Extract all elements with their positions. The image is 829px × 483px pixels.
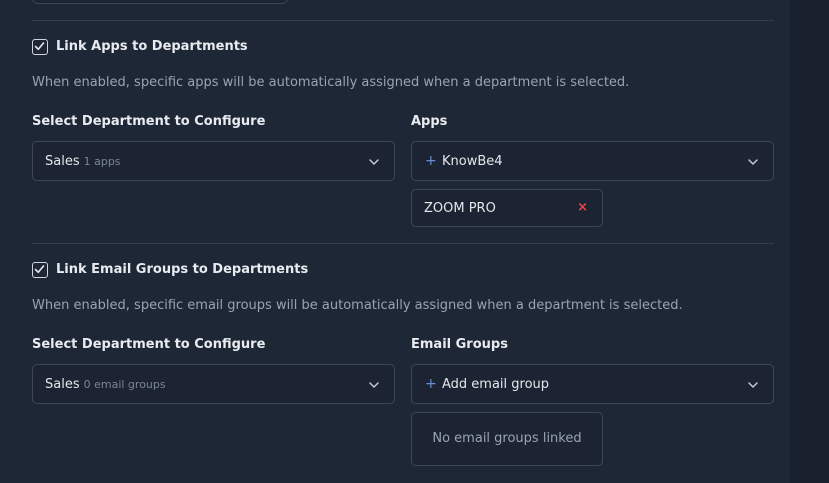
link-apps-description: When enabled, specific apps will be auto… [32, 75, 630, 90]
apps-department-select[interactable]: Sales 1 apps [32, 141, 395, 181]
apps-department-label: Select Department to Configure [32, 114, 266, 129]
link-email-groups-title: Link Email Groups to Departments [56, 262, 309, 277]
email-department-value: Sales 0 email groups [45, 377, 166, 392]
chevron-down-icon [369, 382, 379, 388]
previous-field[interactable] [32, 0, 288, 4]
email-department-select[interactable]: Sales 0 email groups [32, 364, 395, 404]
apps-label: Apps [411, 114, 448, 129]
link-apps-title: Link Apps to Departments [56, 39, 248, 54]
app-chip-zoom-pro: ZOOM PRO × [411, 189, 603, 227]
email-groups-empty-state: No email groups linked [411, 412, 603, 466]
section-divider [32, 243, 774, 244]
chevron-down-icon [369, 159, 379, 165]
email-department-label: Select Department to Configure [32, 337, 266, 352]
plus-icon: + [425, 376, 437, 392]
plus-icon: + [425, 153, 437, 169]
link-email-groups-checkbox[interactable] [32, 262, 48, 278]
remove-icon[interactable]: × [577, 200, 588, 215]
email-groups-select[interactable]: + Add email group [411, 364, 774, 404]
chevron-down-icon [748, 159, 758, 165]
link-apps-checkbox[interactable] [32, 39, 48, 55]
apps-count-badge: 1 apps [83, 155, 121, 168]
check-icon [34, 42, 45, 51]
email-groups-label: Email Groups [411, 337, 508, 352]
chevron-down-icon [748, 382, 758, 388]
section-divider [32, 20, 774, 21]
apps-department-value: Sales 1 apps [45, 154, 121, 169]
app-chip-label: ZOOM PRO [424, 201, 496, 216]
check-icon [34, 265, 45, 274]
scroll-gutter [790, 0, 829, 483]
apps-select-value: KnowBe4 [442, 154, 503, 169]
email-groups-count-badge: 0 email groups [83, 378, 166, 391]
empty-state-text: No email groups linked [432, 431, 582, 446]
settings-panel: Link Apps to Departments When enabled, s… [0, 0, 829, 483]
apps-select[interactable]: + KnowBe4 [411, 141, 774, 181]
link-email-groups-description: When enabled, specific email groups will… [32, 298, 683, 313]
email-groups-placeholder: Add email group [442, 377, 550, 392]
